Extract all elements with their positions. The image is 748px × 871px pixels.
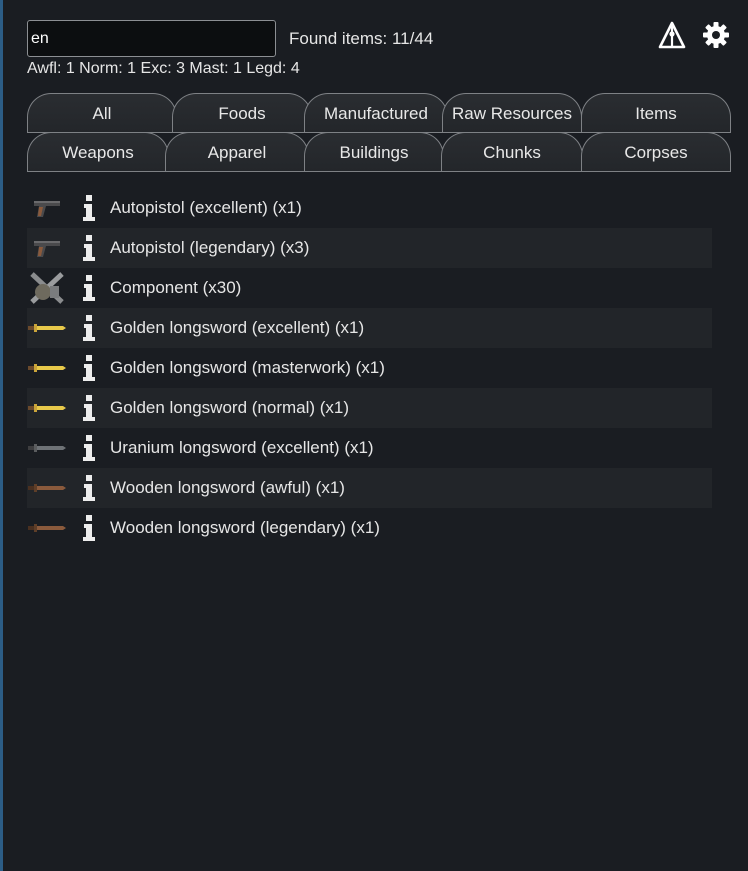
search-input[interactable] [27, 20, 276, 57]
wooden-sword-icon [27, 508, 67, 548]
info-icon[interactable] [79, 468, 99, 508]
info-icon[interactable] [79, 428, 99, 468]
tab-all[interactable]: All [27, 93, 177, 133]
tab-label: Corpses [624, 142, 688, 162]
list-item[interactable]: Uranium longsword (excellent) (x1) [27, 428, 712, 468]
item-label: Wooden longsword (awful) (x1) [110, 478, 345, 497]
triangle-beacon-icon[interactable] [657, 20, 687, 50]
gear-icon[interactable] [701, 20, 731, 50]
wooden-sword-icon [27, 468, 67, 508]
item-label: Wooden longsword (legendary) (x1) [110, 518, 380, 537]
list-item[interactable]: Golden longsword (excellent) (x1) [27, 308, 712, 348]
tab-manufactured[interactable]: Manufactured [304, 93, 448, 133]
tab-label: Raw Resources [452, 103, 572, 123]
item-label: Uranium longsword (excellent) (x1) [110, 438, 374, 457]
tab-label: Chunks [483, 142, 541, 162]
golden-sword-icon [27, 348, 67, 388]
list-item[interactable]: Autopistol (excellent) (x1) [27, 188, 712, 228]
tab-items[interactable]: Items [581, 93, 731, 133]
uranium-sword-icon [27, 428, 67, 468]
info-icon[interactable] [79, 308, 99, 348]
tab-chunks[interactable]: Chunks [441, 132, 583, 172]
tab-label: Apparel [207, 142, 267, 162]
category-tabs: All Foods Manufactured Raw Resources Ite… [27, 93, 731, 172]
pistol-icon [27, 188, 67, 228]
list-item[interactable]: Component (x30) [27, 268, 712, 308]
tab-bar-bottom [27, 171, 731, 172]
items-list: Autopistol (excellent) (x1) Autopistol (… [27, 188, 712, 548]
item-label: Component (x30) [110, 278, 242, 297]
list-item[interactable]: Golden longsword (masterwork) (x1) [27, 348, 712, 388]
tab-foods[interactable]: Foods [172, 93, 312, 133]
pistol-icon [27, 228, 67, 268]
info-icon[interactable] [79, 348, 99, 388]
list-item[interactable]: Wooden longsword (legendary) (x1) [27, 508, 712, 548]
tab-apparel[interactable]: Apparel [165, 132, 309, 172]
tab-label: Buildings [339, 142, 409, 162]
list-item[interactable]: Wooden longsword (awful) (x1) [27, 468, 712, 508]
item-label: Autopistol (legendary) (x3) [110, 238, 310, 257]
info-icon[interactable] [79, 508, 99, 548]
quality-summary: Awfl: 1 Norm: 1 Exc: 3 Mast: 1 Legd: 4 [27, 60, 300, 77]
info-icon[interactable] [79, 228, 99, 268]
info-icon[interactable] [79, 388, 99, 428]
tab-corpses[interactable]: Corpses [581, 132, 731, 172]
list-item[interactable]: Golden longsword (normal) (x1) [27, 388, 712, 428]
component-icon [27, 268, 67, 308]
found-items-count: Found items: 11/44 [289, 29, 434, 48]
golden-sword-icon [27, 308, 67, 348]
item-label: Autopistol (excellent) (x1) [110, 198, 302, 217]
tab-weapons[interactable]: Weapons [27, 132, 169, 172]
tab-label: All [92, 103, 112, 123]
list-item[interactable]: Autopistol (legendary) (x3) [27, 228, 712, 268]
info-icon[interactable] [79, 268, 99, 308]
tab-label: Foods [218, 103, 266, 123]
tab-label: Manufactured [324, 103, 428, 123]
item-label: Golden longsword (excellent) (x1) [110, 318, 365, 337]
tab-buildings[interactable]: Buildings [304, 132, 444, 172]
tab-raw-resources[interactable]: Raw Resources [442, 93, 582, 133]
tab-label: Weapons [62, 142, 134, 162]
item-label: Golden longsword (normal) (x1) [110, 398, 350, 417]
search-window: Found items: 11/44 Awfl: 1 Norm: 1 Exc: … [0, 0, 748, 871]
tab-label: Items [635, 103, 677, 123]
golden-sword-icon [27, 388, 67, 428]
info-icon[interactable] [79, 188, 99, 228]
item-label: Golden longsword (masterwork) (x1) [110, 358, 385, 377]
